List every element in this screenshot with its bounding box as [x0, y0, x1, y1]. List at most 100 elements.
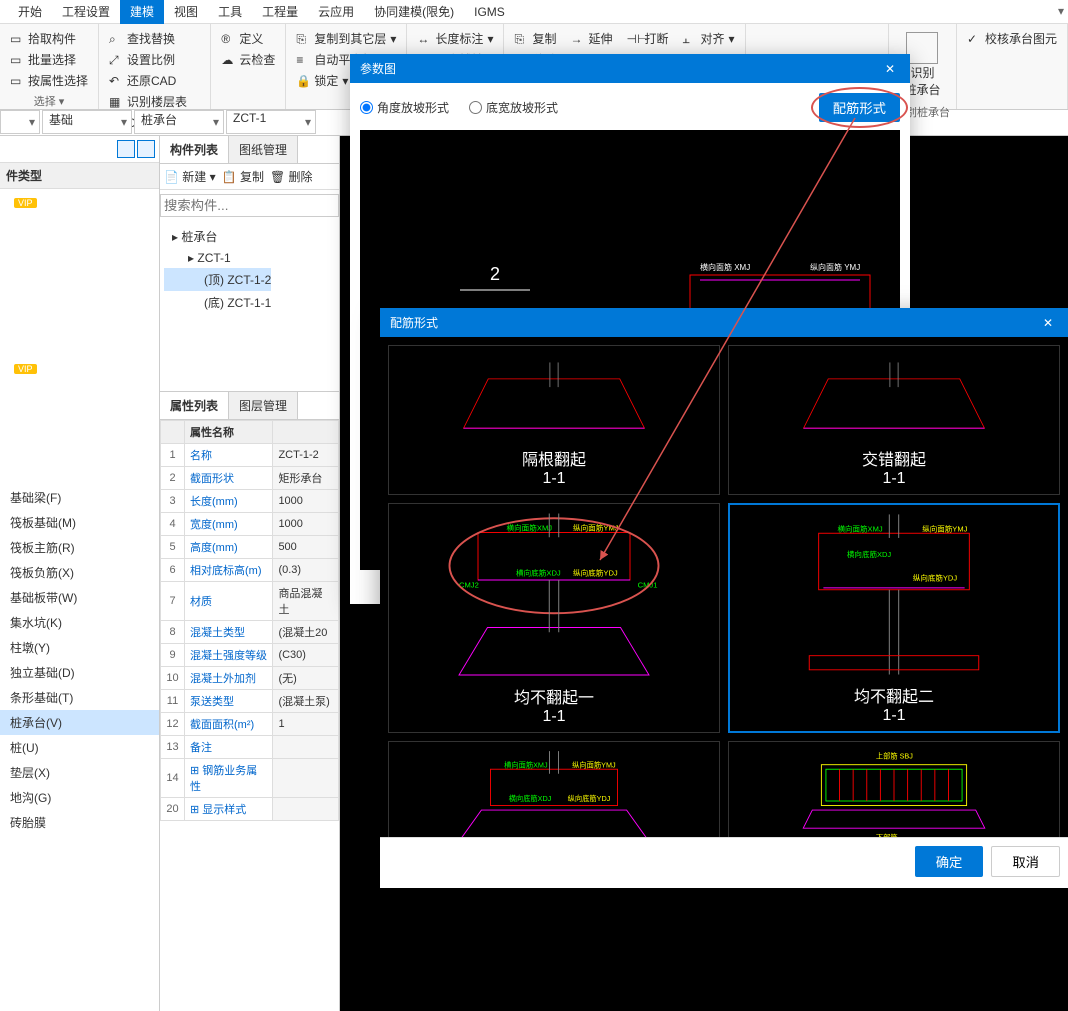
- rb-dim[interactable]: ↔长度标注 ▾: [413, 28, 497, 49]
- sel3[interactable]: 桩承台: [134, 110, 224, 134]
- cat-item[interactable]: 垫层(X): [0, 760, 159, 785]
- cat-item[interactable]: 砖胎膜: [0, 810, 159, 835]
- cat-item[interactable]: 条形基础(T): [0, 685, 159, 710]
- rb-align[interactable]: ⫠对齐 ▾: [679, 28, 739, 49]
- radio-width[interactable]: 底宽放坡形式: [469, 99, 558, 116]
- prop-row[interactable]: 2截面形状矩形承台: [161, 467, 339, 490]
- tree-item[interactable]: ▸ ZCT-1: [164, 248, 335, 268]
- svg-text:纵向面筋YMJ: 纵向面筋YMJ: [922, 523, 967, 533]
- vip-badge2: VIP: [14, 364, 37, 374]
- rebar-options-grid: 隔根翻起1-1 交错翻起1-1 横向面筋XMJ 纵向面筋YMJ 横向底筋XDJ …: [380, 337, 1068, 837]
- rb-pick[interactable]: ▭拾取构件: [6, 28, 92, 49]
- sel2[interactable]: 基础: [42, 110, 132, 134]
- cat-item[interactable]: 集水坑(K): [0, 610, 159, 635]
- svg-text:横向底筋XDJ: 横向底筋XDJ: [509, 794, 552, 803]
- cat-item[interactable]: 独立基础(D): [0, 660, 159, 685]
- menu-view[interactable]: 视图: [164, 0, 208, 24]
- rb-break[interactable]: ⊣⊢打断: [623, 28, 673, 49]
- rb-restore[interactable]: ↶还原CAD: [105, 70, 204, 91]
- tab-layers[interactable]: 图层管理: [229, 392, 298, 419]
- cat-item[interactable]: 筏板主筋(R): [0, 535, 159, 560]
- tab-drawings[interactable]: 图纸管理: [229, 136, 298, 163]
- prop-row[interactable]: 8混凝土类型(混凝土20: [161, 621, 339, 644]
- component-tree: ▸ 桩承台 ▸ ZCT-1 (顶) ZCT-1-2 (底) ZCT-1-1: [160, 221, 339, 391]
- menu-cloud[interactable]: 云应用: [308, 0, 364, 24]
- cat-item[interactable]: 筏板基础(M): [0, 510, 159, 535]
- table-icon: ▦: [109, 95, 123, 109]
- rebar-dialog-header[interactable]: 配筋形式 ✕: [380, 308, 1068, 337]
- cat-item[interactable]: 基础板带(W): [0, 585, 159, 610]
- rb-cloudchk[interactable]: ☁云检查: [217, 49, 279, 70]
- prop-row[interactable]: 5高度(mm)500: [161, 536, 339, 559]
- svg-text:上部筋 SBJ: 上部筋 SBJ: [876, 751, 913, 760]
- cat-item[interactable]: 柱墩(Y): [0, 635, 159, 660]
- prop-row[interactable]: 14⊞ 钢筋业务属性: [161, 759, 339, 798]
- search-icon: ⌕: [109, 32, 123, 46]
- close-icon[interactable]: ✕: [880, 62, 900, 76]
- tb-new[interactable]: 📄 新建 ▾: [164, 168, 216, 185]
- tree-item[interactable]: ▸ 桩承台: [164, 225, 335, 248]
- rb-find[interactable]: ⌕查找替换: [105, 28, 204, 49]
- toggle-list-icon[interactable]: [117, 140, 135, 158]
- tab-components[interactable]: 构件列表: [160, 136, 229, 163]
- cat-item[interactable]: 地沟(G): [0, 785, 159, 810]
- prop-row[interactable]: 12截面面积(m²)1: [161, 713, 339, 736]
- rb-verify[interactable]: ✓校核承台图元: [963, 28, 1061, 49]
- prop-row[interactable]: 6相对底标高(m)(0.3): [161, 559, 339, 582]
- search-input[interactable]: [160, 194, 339, 217]
- menu-igms[interactable]: IGMS: [464, 1, 515, 23]
- ok-button[interactable]: 确定: [915, 846, 984, 877]
- rb-extend[interactable]: →延伸: [566, 28, 616, 49]
- cat-item[interactable]: 基础梁(F): [0, 485, 159, 510]
- rb-scale[interactable]: ⤢设置比例: [105, 49, 204, 70]
- toggle-grid-icon[interactable]: [137, 140, 155, 158]
- prop-row[interactable]: 10混凝土外加剂(无): [161, 667, 339, 690]
- prop-row[interactable]: 20⊞ 显示样式: [161, 798, 339, 821]
- menu-proj[interactable]: 工程设置: [52, 0, 120, 24]
- prop-row[interactable]: 9混凝土强度等级(C30): [161, 644, 339, 667]
- rebar-option[interactable]: 横向面筋XMJ 纵向面筋YMJ 横向底筋XDJ 纵向底筋YDJ CMJ2 CMJ…: [388, 503, 720, 733]
- prop-row[interactable]: 1名称ZCT-1-2: [161, 444, 339, 467]
- radio-angle[interactable]: 角度放坡形式: [360, 99, 449, 116]
- menu-qty[interactable]: 工程量: [252, 0, 308, 24]
- rebar-option[interactable]: 交错翻起1-1: [728, 345, 1060, 495]
- rb-copy[interactable]: ⎘复制: [510, 28, 560, 49]
- copy-icon: ⎘: [296, 32, 310, 46]
- menu-collab[interactable]: 协同建模(限免): [364, 0, 464, 24]
- svg-text:2: 2: [490, 264, 500, 284]
- menu-model[interactable]: 建模: [120, 0, 164, 24]
- tree-item[interactable]: (顶) ZCT-1-2: [164, 268, 271, 291]
- rb-batch[interactable]: ▭批量选择: [6, 49, 92, 70]
- cat-item[interactable]: 桩承台(V): [0, 710, 159, 735]
- menu-start[interactable]: 开始: [8, 0, 52, 24]
- svg-text:下部筋: 下部筋: [876, 833, 898, 837]
- rebar-option[interactable]: 上部筋 SBJ 下部筋 1-1: [728, 741, 1060, 837]
- prop-row[interactable]: 13备注: [161, 736, 339, 759]
- cat-item[interactable]: 桩(U): [0, 735, 159, 760]
- prop-row[interactable]: 4宽度(mm)1000: [161, 513, 339, 536]
- param-dialog-header[interactable]: 参数图 ✕: [350, 54, 910, 83]
- tb-copy[interactable]: 📋 复制: [222, 168, 264, 185]
- prop-row[interactable]: 3长度(mm)1000: [161, 490, 339, 513]
- prop-row[interactable]: 7材质商品混凝土: [161, 582, 339, 621]
- rebar-option[interactable]: 隔根翻起1-1: [388, 345, 720, 495]
- rebar-option[interactable]: 横向面筋XMJ 纵向面筋YMJ 横向底筋XDJ 纵向底筋YDJ 均不翻起二1-1: [728, 503, 1060, 733]
- category-list: 基础梁(F) 筏板基础(M) 筏板主筋(R) 筏板负筋(X) 基础板带(W) 集…: [0, 481, 159, 839]
- svg-text:纵向底筋YDJ: 纵向底筋YDJ: [573, 567, 618, 577]
- close-icon[interactable]: ✕: [1038, 316, 1058, 330]
- rb-byprop[interactable]: ▭按属性选择: [6, 70, 92, 91]
- tb-del[interactable]: 🗑 删除: [270, 168, 313, 185]
- tab-props[interactable]: 属性列表: [160, 392, 229, 419]
- sel1[interactable]: [0, 110, 40, 134]
- rb-copyfloor[interactable]: ⎘复制到其它层 ▾: [292, 28, 400, 49]
- cat-item[interactable]: 筏板负筋(X): [0, 560, 159, 585]
- prop-row[interactable]: 11泵送类型(混凝土泵): [161, 690, 339, 713]
- cancel-button[interactable]: 取消: [991, 846, 1060, 877]
- rebar-form-button[interactable]: 配筋形式: [819, 93, 900, 122]
- rebar-option[interactable]: 横向面筋XMJ 纵向面筋YMJ 横向底筋XDJ 纵向底筋YDJ: [388, 741, 720, 837]
- sel4[interactable]: ZCT-1: [226, 110, 316, 134]
- tree-item[interactable]: (底) ZCT-1-1: [164, 291, 335, 314]
- rb-floortbl[interactable]: ▦识别楼层表: [105, 91, 204, 112]
- rb-define[interactable]: ®定义: [217, 28, 279, 49]
- menu-tools[interactable]: 工具: [208, 0, 252, 24]
